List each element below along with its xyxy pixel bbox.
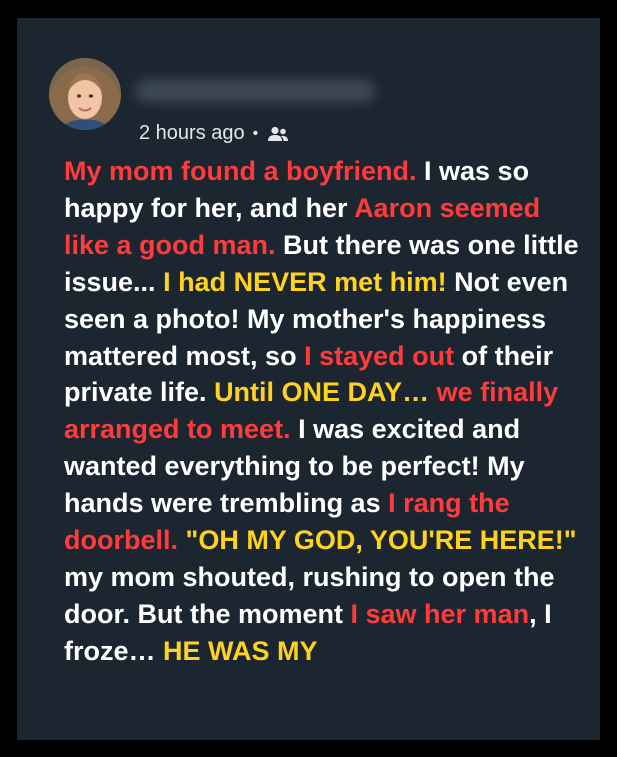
avatar[interactable] [49, 58, 121, 130]
friends-icon[interactable] [267, 126, 289, 142]
post-text-segment: Until ONE DAY… [214, 377, 430, 408]
post-text-segment: I stayed out [304, 340, 455, 371]
post-text-segment: I saw her man [350, 598, 530, 629]
post-text-segment: "OH MY GOD, YOU'RE HERE!" [185, 525, 577, 556]
post-text: My mom found a boyfriend. I was so happy… [64, 153, 584, 670]
post-card: 2 hours ago • My mom found a boyfriend. … [17, 18, 600, 740]
author-name-blurred[interactable] [135, 80, 375, 102]
meta-separator: • [252, 124, 259, 142]
post-text-segment [429, 377, 437, 407]
timestamp[interactable]: 2 hours ago [139, 122, 245, 145]
post-text-segment: My mom found a boyfriend. [64, 156, 417, 186]
post-text-segment: HE WAS MY [163, 635, 318, 666]
post-text-segment: I had NEVER met him! [163, 266, 447, 297]
post-text-segment [178, 525, 186, 555]
post-meta: 2 hours ago • [139, 122, 289, 145]
